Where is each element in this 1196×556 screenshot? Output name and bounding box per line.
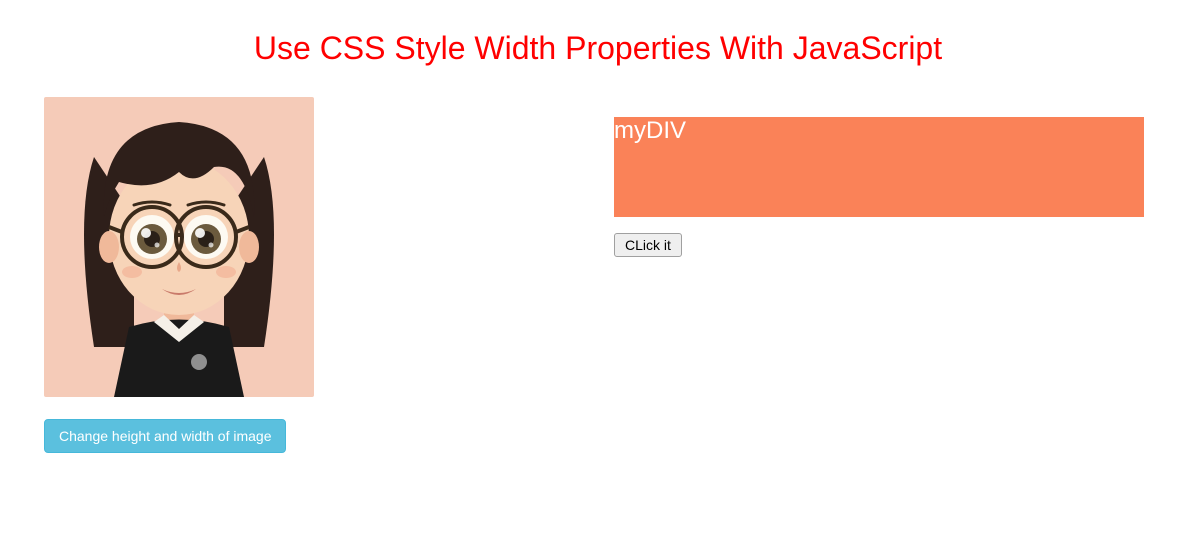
page-title: Use CSS Style Width Properties With Java… — [44, 30, 1152, 67]
mydiv-box: myDIV — [614, 117, 1144, 217]
avatar-image — [44, 97, 314, 397]
click-it-button[interactable]: CLick it — [614, 233, 682, 257]
change-size-button[interactable]: Change height and width of image — [44, 419, 286, 453]
